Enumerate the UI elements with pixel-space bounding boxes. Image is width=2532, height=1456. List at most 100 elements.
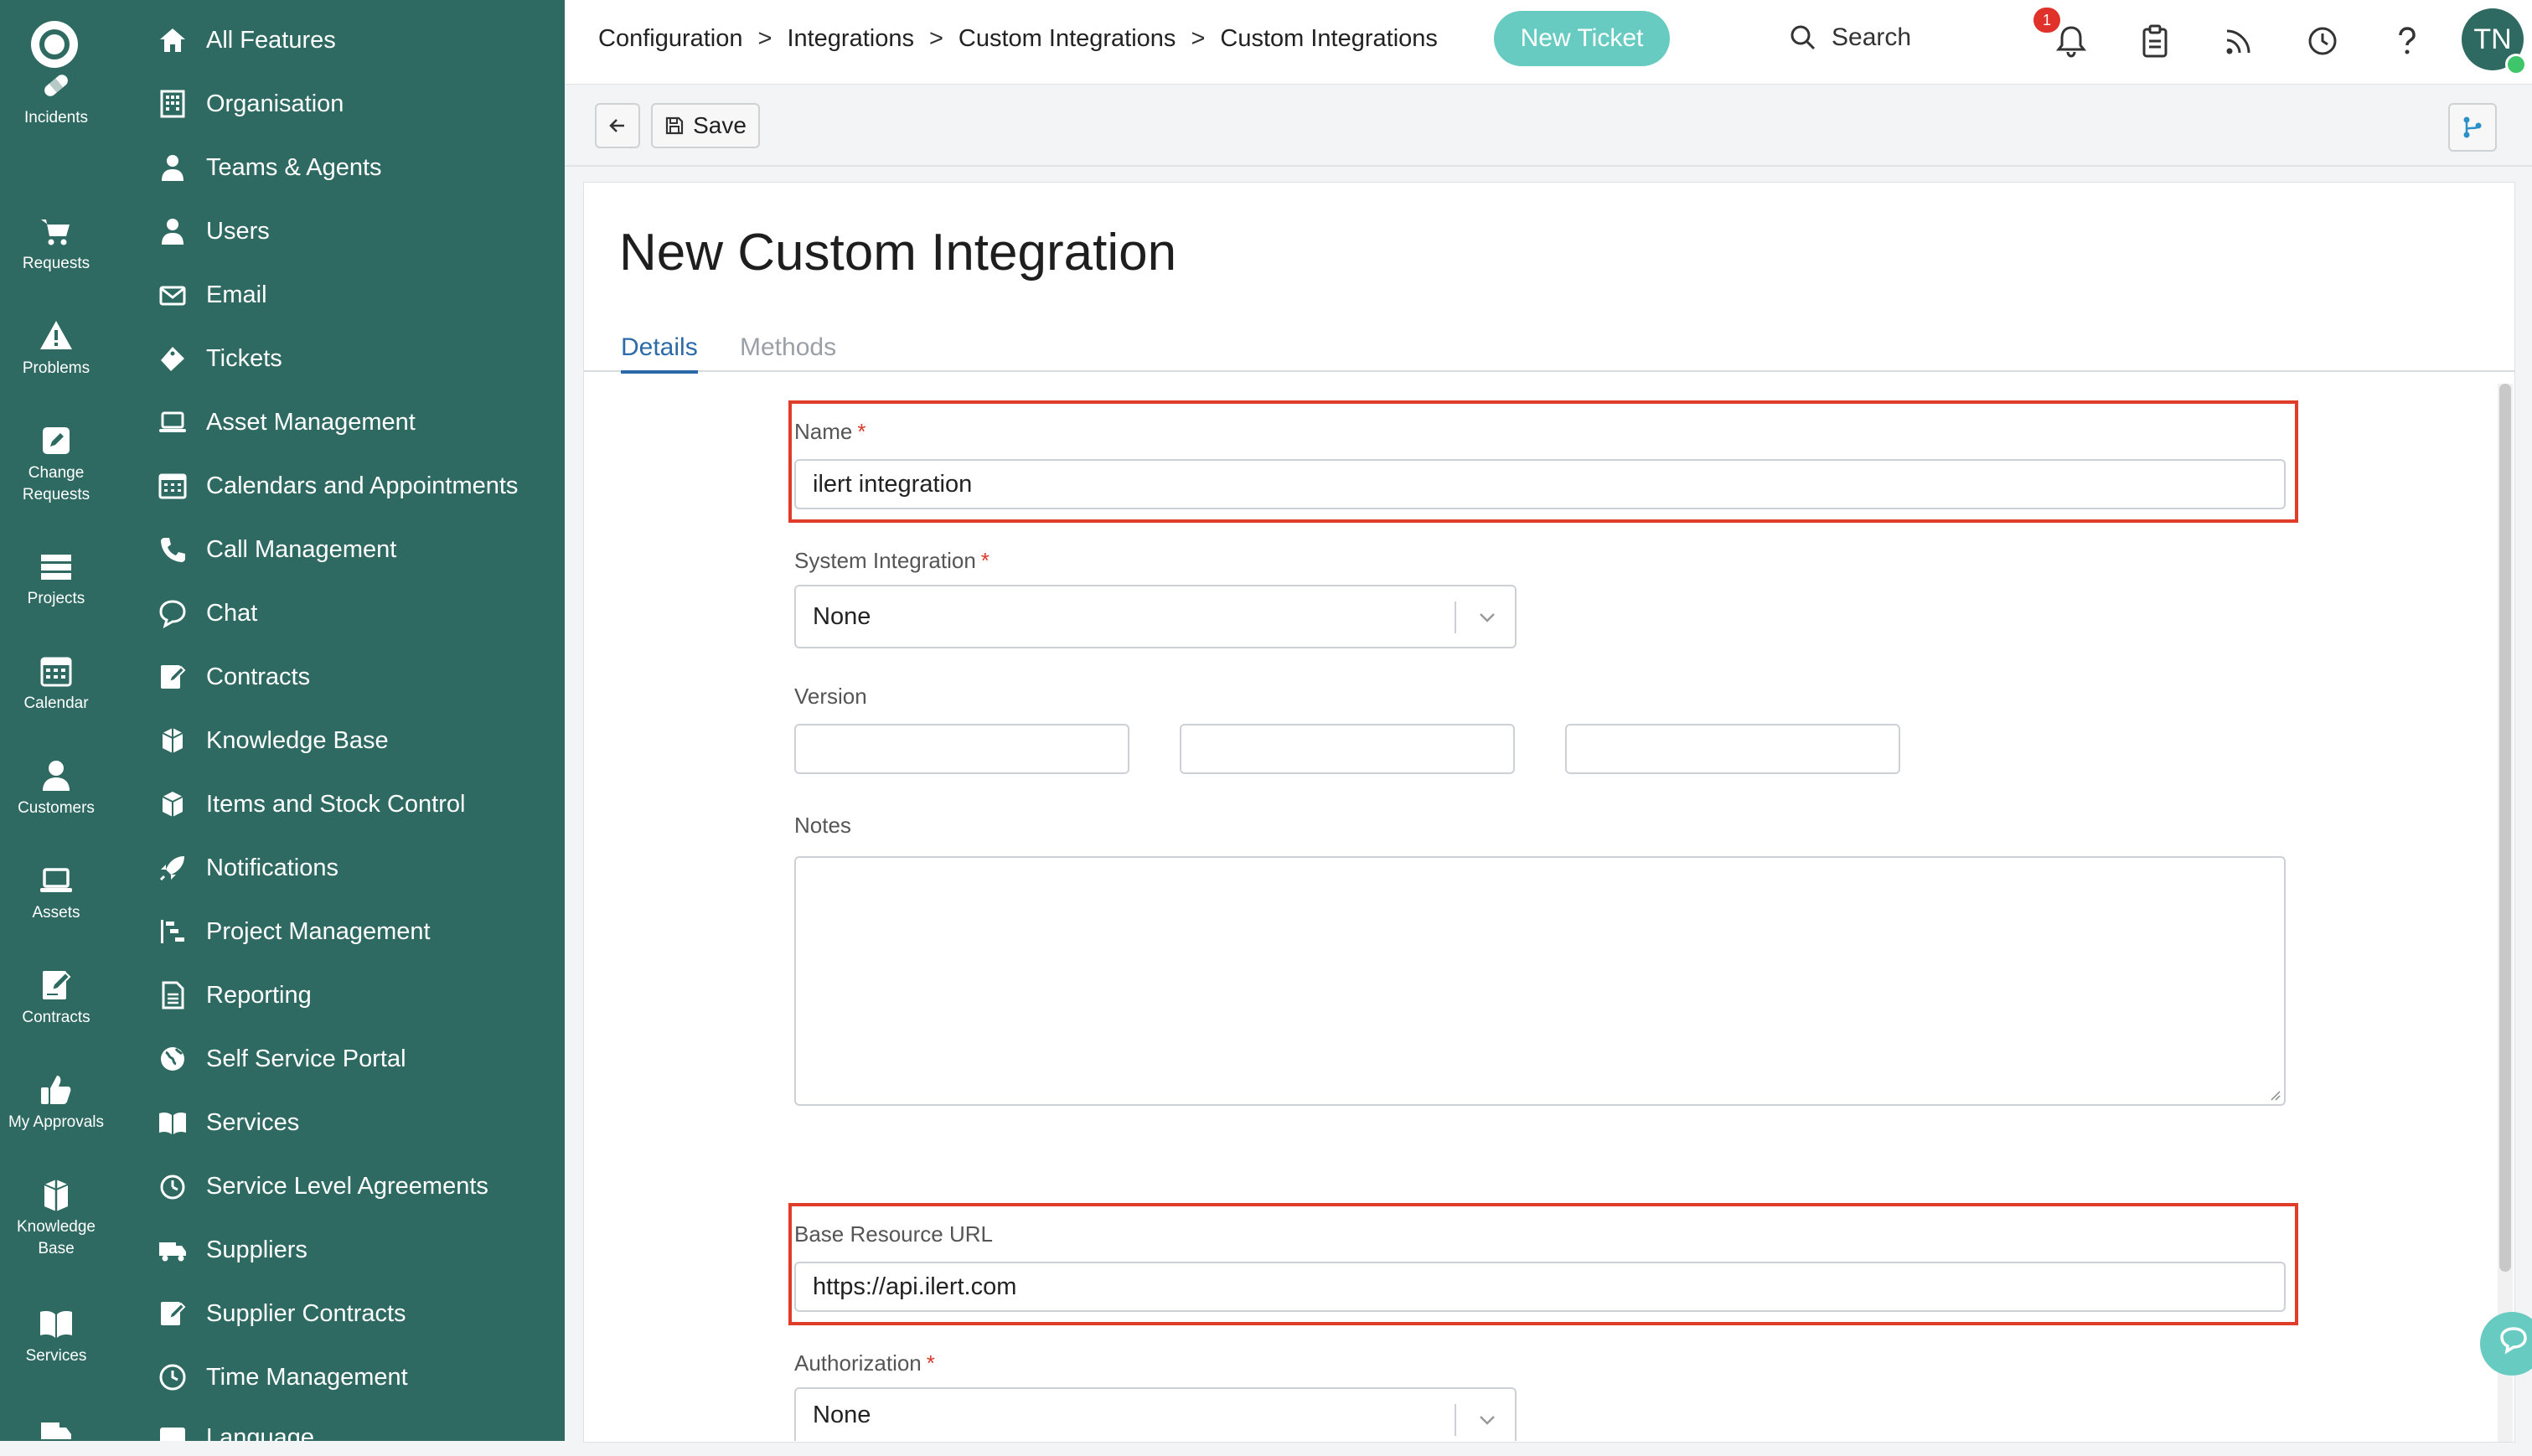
tab-bar: Details Methods bbox=[584, 325, 2514, 374]
feature-service-level-agreements[interactable]: Service Level Agreements bbox=[158, 1168, 488, 1205]
authorization-select[interactable]: None bbox=[794, 1387, 1517, 1441]
feature-label: Email bbox=[206, 281, 267, 308]
notes-textarea[interactable] bbox=[794, 856, 2286, 1106]
name-input[interactable]: ilert integration bbox=[794, 459, 2286, 509]
feature-asset-management[interactable]: Asset Management bbox=[158, 404, 416, 441]
feature-reporting[interactable]: Reporting bbox=[158, 977, 312, 1014]
rail-incidents[interactable]: Incidents bbox=[0, 67, 112, 129]
feature-label: Users bbox=[206, 217, 270, 245]
feature-label: Asset Management bbox=[206, 408, 416, 436]
feature-label: Supplier Contracts bbox=[206, 1299, 406, 1327]
feature-chat[interactable]: Chat bbox=[158, 595, 257, 632]
feature-label: Contracts bbox=[206, 663, 311, 690]
feature-items-stock-control[interactable]: Items and Stock Control bbox=[158, 786, 465, 823]
feature-knowledge-base[interactable]: Knowledge Base bbox=[158, 722, 389, 759]
rail-customers[interactable]: Customers bbox=[0, 757, 112, 819]
resize-handle-icon[interactable] bbox=[2269, 1089, 2281, 1101]
feature-label: Calendars and Appointments bbox=[206, 472, 519, 499]
logo-icon[interactable] bbox=[29, 19, 80, 70]
rail-services[interactable]: Services bbox=[0, 1305, 112, 1367]
online-status-dot bbox=[2505, 54, 2527, 75]
new-ticket-button[interactable]: New Ticket bbox=[1494, 11, 1670, 66]
feature-all-features[interactable]: All Features bbox=[158, 22, 336, 59]
rail-calendar[interactable]: Calendar bbox=[0, 653, 112, 715]
globe-icon bbox=[161, 1047, 184, 1071]
rail-label: Contracts bbox=[22, 1009, 90, 1026]
warning-icon bbox=[40, 321, 72, 349]
feature-label: Knowledge Base bbox=[206, 726, 389, 754]
breadcrumb-custom-integrations[interactable]: Custom Integrations bbox=[959, 25, 1176, 52]
book-icon bbox=[40, 1311, 72, 1338]
rail-projects[interactable]: Projects bbox=[0, 548, 112, 610]
calendar-icon bbox=[158, 473, 187, 499]
truck-icon bbox=[41, 1422, 71, 1439]
history-icon[interactable] bbox=[2304, 23, 2341, 59]
select-divider bbox=[1455, 602, 1456, 633]
feature-suppliers[interactable]: Suppliers bbox=[158, 1231, 307, 1268]
rail-label: My Approvals bbox=[8, 1113, 105, 1131]
feature-language[interactable]: Language bbox=[158, 1419, 314, 1441]
rail-knowledge-base[interactable]: Knowledge Base bbox=[0, 1176, 112, 1260]
feature-calendars-appointments[interactable]: Calendars and Appointments bbox=[158, 467, 518, 504]
feature-contracts[interactable]: Contracts bbox=[158, 658, 310, 695]
rail-problems[interactable]: Problems bbox=[0, 318, 112, 379]
laptop-icon bbox=[40, 868, 72, 892]
contract-icon bbox=[43, 971, 71, 999]
feature-time-management[interactable]: Time Management bbox=[158, 1359, 408, 1396]
feature-self-service-portal[interactable]: Self Service Portal bbox=[158, 1040, 406, 1077]
save-button[interactable]: Save bbox=[651, 103, 760, 148]
version-major-input[interactable] bbox=[794, 724, 1129, 774]
feature-teams-agents[interactable]: Teams & Agents bbox=[158, 149, 382, 186]
rail-more[interactable] bbox=[0, 1416, 112, 1456]
feature-email[interactable]: Email bbox=[158, 276, 267, 313]
feature-label: Suppliers bbox=[206, 1236, 307, 1263]
feature-notifications[interactable]: Notifications bbox=[158, 849, 338, 886]
scrollbar-thumb[interactable] bbox=[2499, 384, 2511, 1272]
projects-icon bbox=[41, 555, 71, 580]
document-icon bbox=[162, 981, 184, 1009]
base-url-input[interactable]: https://api.ilert.com bbox=[794, 1262, 2286, 1312]
rail-label: Calendar bbox=[23, 694, 89, 712]
timer-icon bbox=[160, 1175, 185, 1200]
clipboard-icon[interactable] bbox=[2137, 23, 2173, 59]
rail-label: Assets bbox=[32, 904, 80, 922]
feed-icon[interactable] bbox=[2220, 23, 2257, 59]
breadcrumb-configuration[interactable]: Configuration bbox=[598, 25, 743, 52]
back-button[interactable] bbox=[595, 103, 640, 148]
base-url-value: https://api.ilert.com bbox=[813, 1273, 1017, 1300]
breadcrumb-integrations[interactable]: Integrations bbox=[787, 25, 914, 52]
bell-icon[interactable] bbox=[2053, 23, 2090, 59]
breadcrumb-separator: > bbox=[757, 25, 773, 52]
form-scrollbar[interactable] bbox=[2498, 384, 2513, 1442]
version-patch-input[interactable] bbox=[1565, 724, 1900, 774]
feature-call-management[interactable]: Call Management bbox=[158, 531, 396, 568]
search-box[interactable]: Search bbox=[1790, 23, 1911, 52]
workflow-button[interactable] bbox=[2448, 103, 2497, 152]
rail-contracts[interactable]: Contracts bbox=[0, 967, 112, 1029]
help-icon[interactable] bbox=[2388, 23, 2425, 59]
save-label: Save bbox=[693, 112, 747, 138]
feature-label: Call Management bbox=[206, 535, 397, 563]
system-integration-select[interactable]: None bbox=[794, 585, 1517, 648]
feature-tickets[interactable]: Tickets bbox=[158, 340, 282, 377]
required-marker: * bbox=[857, 419, 866, 444]
version-minor-input[interactable] bbox=[1180, 724, 1515, 774]
feature-services[interactable]: Services bbox=[158, 1104, 299, 1141]
feature-organisation[interactable]: Organisation bbox=[158, 85, 344, 122]
feature-project-management[interactable]: Project Management bbox=[158, 913, 431, 950]
feature-label: Items and Stock Control bbox=[206, 790, 466, 818]
rail-assets[interactable]: Assets bbox=[0, 862, 112, 924]
arrow-left-icon bbox=[609, 119, 624, 132]
chat-launcher-button[interactable] bbox=[2480, 1312, 2532, 1376]
tab-methods[interactable]: Methods bbox=[740, 333, 836, 370]
rail-my-approvals[interactable]: My Approvals bbox=[0, 1071, 112, 1133]
feature-users[interactable]: Users bbox=[158, 213, 270, 250]
rail-requests[interactable]: Requests bbox=[0, 213, 112, 275]
rail-label: Base bbox=[38, 1240, 75, 1257]
rail-change-requests[interactable]: Change Requests bbox=[0, 422, 112, 506]
tab-details[interactable]: Details bbox=[621, 333, 698, 374]
feature-supplier-contracts[interactable]: Supplier Contracts bbox=[158, 1295, 406, 1332]
thumbs-up-icon bbox=[41, 1076, 71, 1104]
user-icon bbox=[162, 219, 183, 245]
chevron-down-icon bbox=[1480, 613, 1495, 622]
